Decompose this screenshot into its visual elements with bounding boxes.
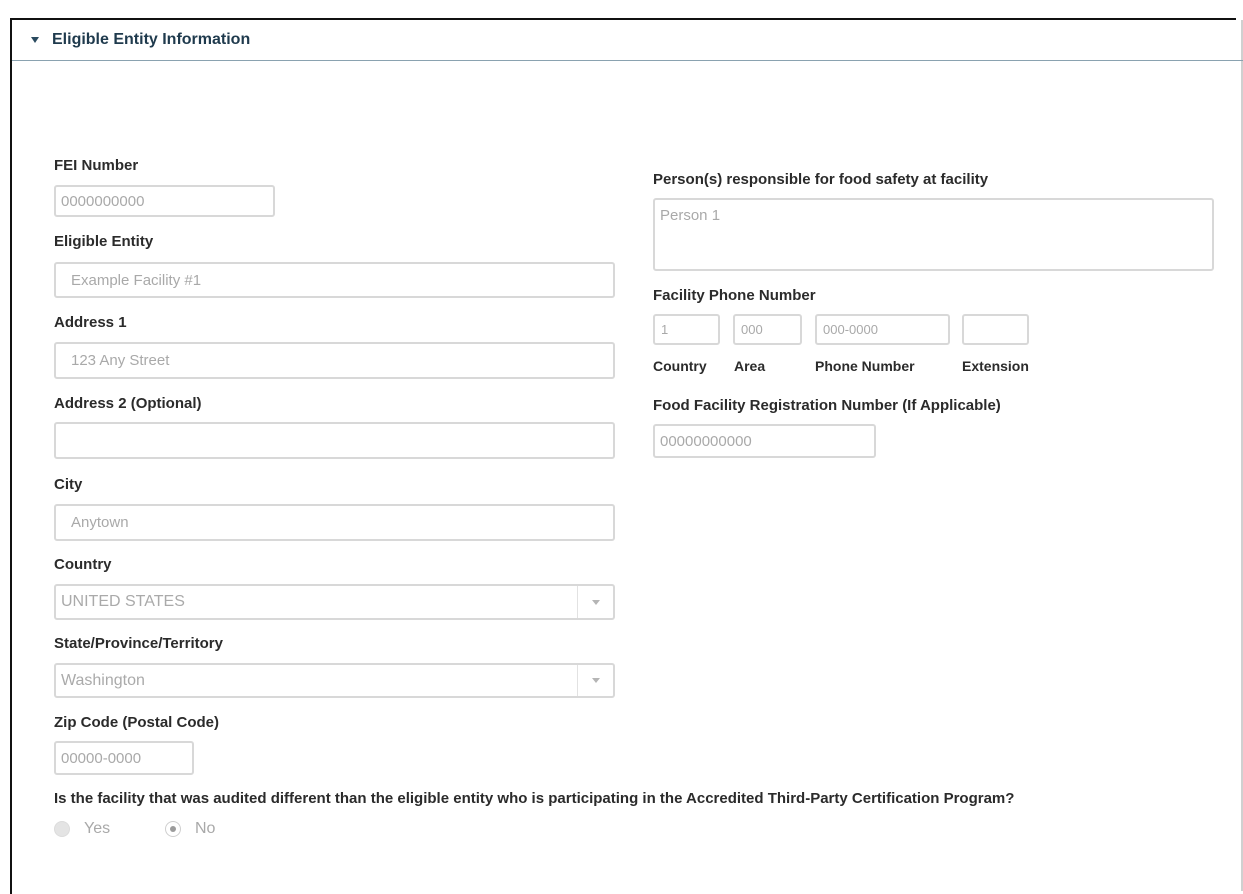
state-select[interactable]: Washington <box>54 663 615 698</box>
radio-yes-label: Yes <box>84 820 111 837</box>
phone-label: Facility Phone Number <box>653 287 816 304</box>
responsible-value: Person 1 <box>660 207 721 224</box>
address1-field[interactable]: 123 Any Street <box>54 342 615 379</box>
zip-label: Zip Code (Postal Code) <box>54 714 219 731</box>
radio-no-icon[interactable] <box>165 821 181 837</box>
audit-question: Is the facility that was audited differe… <box>54 790 1015 807</box>
phone-area-field[interactable]: 000 <box>733 314 802 345</box>
address2-field[interactable] <box>54 422 615 459</box>
zip-value: 00000-0000 <box>61 749 142 767</box>
phone-extension-label: Extension <box>962 358 1029 374</box>
country-label: Country <box>54 556 112 573</box>
chevron-down-icon <box>591 678 600 683</box>
phone-country-label: Country <box>653 358 707 374</box>
section-header[interactable]: Eligible Entity Information <box>12 20 1243 61</box>
responsible-textarea[interactable]: Person 1 <box>653 198 1214 271</box>
fei-number-value: 0000000000 <box>61 192 145 210</box>
state-value: Washington <box>61 671 145 689</box>
radio-yes-icon[interactable] <box>54 821 70 837</box>
eligible-entity-label: Eligible Entity <box>54 233 154 250</box>
phone-country-value: 1 <box>661 322 669 337</box>
state-label: State/Province/Territory <box>54 635 223 652</box>
ffr-field[interactable]: 00000000000 <box>653 424 876 458</box>
eligible-entity-field[interactable]: Example Facility #1 <box>54 262 615 298</box>
phone-extension-field[interactable] <box>962 314 1029 345</box>
phone-area-value: 000 <box>741 322 763 337</box>
phone-country-field[interactable]: 1 <box>653 314 720 345</box>
radio-no-label: No <box>195 820 216 837</box>
phone-number-label: Phone Number <box>815 358 915 374</box>
phone-number-value: 000-0000 <box>823 322 878 337</box>
address1-value: 123 Any Street <box>71 352 170 369</box>
radio-option-yes[interactable]: Yes <box>54 820 110 838</box>
phone-number-field[interactable]: 000-0000 <box>815 314 950 345</box>
state-dropdown-button[interactable] <box>577 665 613 696</box>
zip-field[interactable]: 00000-0000 <box>54 741 194 775</box>
section-title: Eligible Entity Information <box>52 31 251 48</box>
country-select[interactable]: UNITED STATES <box>54 584 615 620</box>
eligible-entity-value: Example Facility #1 <box>71 271 202 289</box>
city-label: City <box>54 476 83 493</box>
caret-down-icon[interactable] <box>31 37 39 43</box>
fei-number-field[interactable]: 0000000000 <box>54 185 275 217</box>
fei-number-label: FEI Number <box>54 157 139 174</box>
address2-label: Address 2 (Optional) <box>54 395 202 412</box>
country-dropdown-button[interactable] <box>577 586 613 618</box>
address1-label: Address 1 <box>54 314 127 331</box>
ffr-label: Food Facility Registration Number (If Ap… <box>653 397 1001 414</box>
radio-option-no[interactable]: No <box>165 820 215 838</box>
responsible-label: Person(s) responsible for food safety at… <box>653 171 989 188</box>
city-value: Anytown <box>71 514 129 531</box>
ffr-value: 00000000000 <box>660 432 752 450</box>
chevron-down-icon <box>591 599 600 605</box>
phone-area-label: Area <box>734 358 766 374</box>
country-value: UNITED STATES <box>61 593 185 610</box>
city-field[interactable]: Anytown <box>54 504 615 541</box>
